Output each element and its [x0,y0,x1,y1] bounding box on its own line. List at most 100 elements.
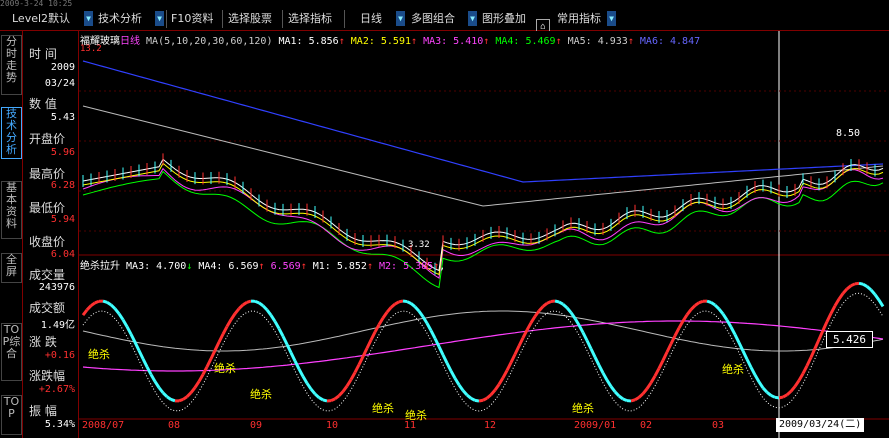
tab-fullscreen[interactable]: 全屏 [1,253,22,283]
signal-line-segment [394,300,400,306]
signal-line-segment [178,398,184,403]
signal-line-segment [402,299,408,304]
level2-default-button[interactable]: Level2默认 [12,10,70,28]
current-date-label: 2009/03/24(二) [776,418,865,432]
date-label: 2008/07 [82,420,125,431]
amount-label: 成交额 [29,301,66,315]
signal-label: 绝杀 [250,388,272,401]
signal-line-segment [634,396,640,402]
date-label: 03 [712,420,725,431]
multi-dropdown-icon[interactable]: ▼ [468,11,477,26]
tab-technical-analysis[interactable]: 技术分析 [1,107,22,159]
main-info-row: 福耀玻璃日线 MA(5,10,20,30,60,120) MA1: 5.856↑… [80,36,701,47]
date-md-value: 03/24 [44,78,75,89]
sub-ma3-value: MA3: 4.700 [126,261,187,272]
select-stock-button[interactable]: 选择股票 [228,10,272,28]
toolbar: Level2默认 ▼ 技术分析 ▼ F10资料 选择股票 选择指标 日线 ▼ 多… [0,8,889,35]
signal-line-segment [858,281,864,286]
common-dropdown-icon[interactable]: ▼ [607,11,616,26]
open-label: 开盘价 [29,132,66,146]
sub-ma4-value: MA4: 6.569 [198,261,259,272]
toolbar-divider [222,10,223,28]
signal-line-segment [850,282,856,288]
ma1-value: MA1: 5.856 [278,36,339,47]
date-label: 09 [250,420,263,431]
tab-intraday[interactable]: 分时走势 [1,35,22,95]
date-label: 08 [168,420,181,431]
tech-dropdown-icon[interactable]: ▼ [155,11,164,26]
signal-label: 绝杀 [572,402,594,415]
value-label: 数 值 [29,97,57,111]
amplitude-value: 5.34% [44,419,75,430]
multi-chart-button[interactable]: 多图组合 [411,10,455,28]
common-indicator-button[interactable]: 常用指标 [557,10,601,28]
tech-analysis-button[interactable]: 技术分析 [98,10,142,28]
signal-line-segment [322,398,328,403]
close-value: 6.04 [50,249,75,260]
period-dropdown-icon[interactable]: ▼ [396,11,405,26]
signal-line-segment [318,396,324,402]
period-daily-button[interactable]: 日线 [360,10,382,28]
signal-line-segment [770,394,776,399]
signal-label: 绝杀 [214,362,236,375]
signal-label: 绝杀 [88,348,110,361]
signal-line-segment [254,299,260,305]
ma3-value: MA3: 5.410 [423,36,484,47]
amplitude-label: 振 幅 [29,404,57,418]
low-price-mark: 3.32 [408,240,430,250]
kline-chart-area[interactable] [79,31,889,438]
indicator-name[interactable]: 绝杀拉升 [80,261,120,272]
toolbar-divider [166,10,167,28]
close-label: 收盘价 [29,235,66,249]
level2-dropdown-icon[interactable]: ▼ [84,11,93,26]
f10-button[interactable]: F10资料 [171,10,213,28]
signal-line-segment [398,299,404,304]
signal-line-segment [862,282,868,288]
open-value: 5.96 [50,147,75,158]
ma5-value: MA5: 4.933 [567,36,628,47]
signal-line-segment [782,393,788,399]
toolbar-divider [344,10,345,28]
signal-line-segment [778,395,784,400]
sub-ma4b-value: 6.569 [270,261,301,272]
select-indicator-button[interactable]: 选择指标 [288,10,332,28]
tab-top[interactable]: TOP [1,395,22,435]
signal-line-segment [474,398,480,403]
volume-value: 243976 [38,282,75,293]
signal-line-segment [698,299,704,305]
left-tab-bar: 分时走势 技术分析 基本资料 全屏 TOP综合 TOP [0,31,23,438]
signal-line-segment [406,300,412,305]
overlay-button[interactable]: 图形叠加 [482,10,526,28]
date-label: 11 [404,420,417,431]
signal-line-segment [774,395,780,400]
time-label: 时 间 [29,47,57,61]
high-price-mark: 8.50 [836,128,861,139]
signal-line-segment [478,398,484,403]
signal-line-segment [94,299,100,305]
signal-line-segment [558,300,564,306]
tab-top-summary[interactable]: TOP综合 [1,323,22,381]
date-label: 2009/01 [574,420,617,431]
window-title-strip: 2009-3-24 10:25 [0,0,889,8]
change-pct-label: 涨跌幅 [29,369,66,383]
signal-label: 绝杀 [722,363,744,376]
ma4-value: MA4: 5.469 [495,36,556,47]
signal-line-segment [554,299,560,304]
signal-line-segment [482,396,488,402]
change-value: +0.16 [44,350,75,361]
signal-line-segment [102,299,108,304]
data-info-panel: 时 间 2009 03/24 数 值 5.43 开盘价 5.96 最高价 6.2… [23,31,79,438]
date-label: 12 [484,420,497,431]
signal-line-segment [170,398,176,403]
amount-value: 1.49亿 [40,320,75,331]
change-pct-value: +2.67% [38,384,75,395]
signal-line-segment [546,300,552,305]
signal-line-segment [622,397,628,403]
toolbar-divider [282,10,283,28]
signal-line-segment [630,398,636,403]
tab-fundamentals[interactable]: 基本资料 [1,181,22,239]
sub-info-row: 绝杀拉升 MA3: 4.700↓ MA4: 6.569↑ 6.569↑ M1: … [80,261,446,272]
date-label: 10 [326,420,339,431]
price-scale-top: 13.2 [80,44,102,54]
signal-line-segment [246,299,252,304]
